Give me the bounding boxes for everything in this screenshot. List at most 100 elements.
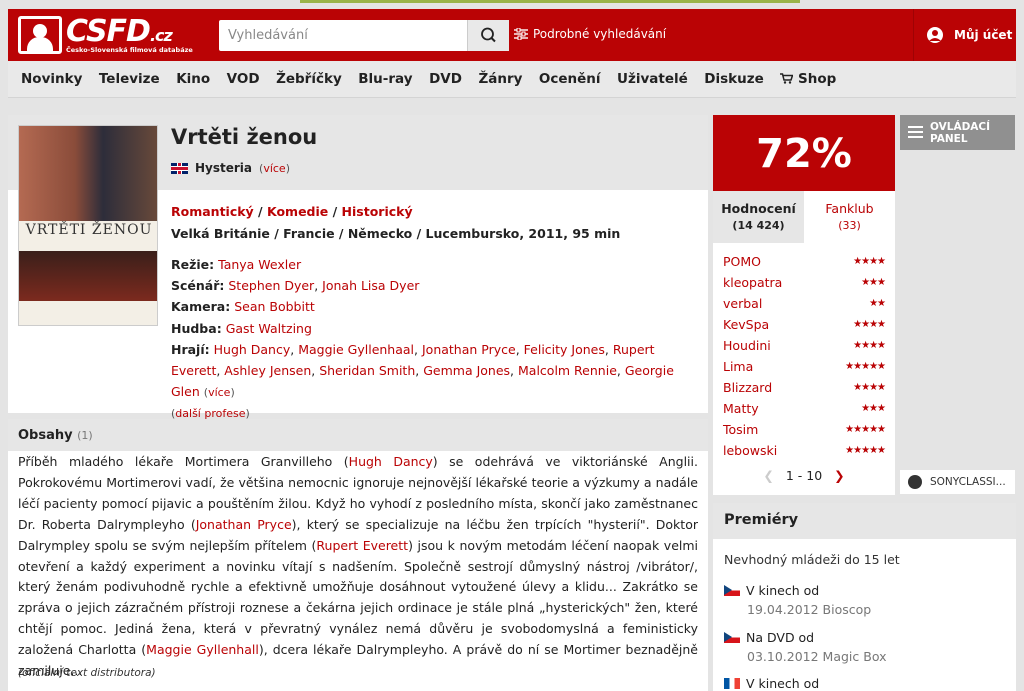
- actor-link[interactable]: Hugh Dancy: [349, 454, 433, 469]
- plot-source: (oficiální text distributora): [18, 667, 156, 679]
- next-page-icon[interactable]: ❯: [834, 468, 844, 483]
- advanced-search-link[interactable]: Podrobné vyhledávání: [514, 27, 666, 41]
- nav-item-zebricky[interactable]: Žebříčky: [276, 71, 342, 87]
- actor-link[interactable]: Maggie Gyllenhaal: [298, 342, 414, 357]
- logo-text: CSFD: [66, 14, 151, 49]
- premiere-detail: 03.10.2012 Magic Box: [747, 649, 887, 664]
- creator-link[interactable]: Tanya Wexler: [218, 257, 301, 272]
- sony-classic-link[interactable]: SONYCLASSI...: [900, 470, 1015, 494]
- actor-link[interactable]: Ashley Jensen: [224, 363, 311, 378]
- genre-link[interactable]: Komedie: [267, 204, 328, 219]
- plot-text: Příběh mladého lékaře Mortimera Granvill…: [18, 452, 698, 682]
- tab-ratings-label: Hodnocení: [721, 201, 796, 216]
- actor-link[interactable]: Maggie Gyllenhall: [146, 642, 259, 657]
- user-rating-row: Houdini ★★★★: [723, 335, 886, 356]
- user-rating-row: verbal ★★: [723, 293, 886, 314]
- creator-link[interactable]: Gast Waltzing: [226, 321, 312, 336]
- menu-icon: [908, 126, 923, 138]
- nav-item-novinky[interactable]: Novinky: [21, 71, 82, 87]
- actor-link[interactable]: Hugh Dancy: [214, 342, 291, 357]
- plot-heading: Obsahy (1): [8, 419, 708, 451]
- original-title-more-link[interactable]: více: [263, 162, 285, 175]
- star-rating-icon: ★★: [869, 298, 886, 309]
- search-button[interactable]: [467, 20, 509, 51]
- camera-label: Kamera:: [171, 299, 231, 315]
- film-title: Vrtěti ženou: [171, 125, 318, 149]
- actor-link[interactable]: Jonathan Pryce: [196, 517, 292, 532]
- user-link[interactable]: POMO: [723, 254, 761, 269]
- nav-item-televize[interactable]: Televize: [99, 71, 160, 87]
- nav-item-zanry[interactable]: Žánry: [478, 71, 522, 87]
- user-link[interactable]: Lima: [723, 359, 753, 374]
- user-link[interactable]: Matty: [723, 401, 759, 416]
- prev-page-icon[interactable]: ❮: [763, 468, 773, 483]
- premiere-label: V kinech od: [746, 676, 820, 691]
- original-title-text: Hysteria: [195, 161, 253, 175]
- user-link[interactable]: Tosim: [723, 422, 758, 437]
- actor-link[interactable]: Gemma Jones: [423, 363, 510, 378]
- actor-link[interactable]: Felicity Jones: [524, 342, 605, 357]
- user-rating-row: Blizzard ★★★★: [723, 377, 886, 398]
- star-rating-icon: ★★★★: [853, 382, 886, 393]
- fr-flag-icon: [724, 678, 740, 689]
- plot-heading-text: Obsahy: [18, 428, 73, 443]
- premiere-label: V kinech od: [746, 583, 820, 598]
- film-creators: Režie: Tanya Wexler Scénář: Stephen Dyer…: [171, 254, 701, 425]
- actor-link[interactable]: Sheridan Smith: [319, 363, 415, 378]
- rating-score: 72%: [713, 115, 895, 191]
- creator-link[interactable]: Sean Bobbitt: [234, 299, 315, 314]
- nav-item-oceneni[interactable]: Ocenění: [539, 71, 601, 87]
- star-rating-icon: ★★★★★: [845, 445, 886, 456]
- poster-image-bottom: [19, 251, 157, 301]
- cast-more-link[interactable]: více: [208, 386, 230, 399]
- nav-item-vod[interactable]: VOD: [227, 71, 260, 87]
- plot-text-part: ) jsou k novým metodám léčení naopak vel…: [18, 537, 699, 658]
- cz-flag-icon: [724, 632, 740, 643]
- search-input[interactable]: [219, 20, 467, 51]
- user-link[interactable]: kleopatra: [723, 275, 782, 290]
- genre-link[interactable]: Romantický: [171, 204, 254, 219]
- star-rating-icon: ★★★★★: [845, 424, 886, 435]
- site-header: CSFD.cz Česko-Slovenská filmová databáze…: [8, 9, 1016, 61]
- user-rating-row: lebowski ★★★★★: [723, 440, 886, 461]
- film-header: VRTĚTI ŽENOU Vrtěti ženou Hysteria (více…: [8, 115, 708, 420]
- account-button[interactable]: Můj účet: [926, 27, 1012, 43]
- cz-flag-icon: [724, 585, 740, 596]
- tab-fanclub[interactable]: Fanklub (33): [804, 191, 895, 243]
- user-link[interactable]: KevSpa: [723, 317, 769, 332]
- film-poster[interactable]: VRTĚTI ŽENOU: [18, 125, 158, 326]
- control-panel-button[interactable]: OVLÁDACÍ PANEL: [900, 115, 1015, 150]
- user-link[interactable]: Houdini: [723, 338, 771, 353]
- tab-ratings-count: (14 424): [732, 219, 785, 232]
- creator-link[interactable]: Jonah Lisa Dyer: [322, 278, 419, 293]
- genre-link[interactable]: Historický: [342, 204, 413, 219]
- uk-flag-icon: [171, 162, 188, 174]
- creator-link[interactable]: Stephen Dyer: [228, 278, 314, 293]
- tab-ratings[interactable]: Hodnocení (14 424): [713, 191, 804, 243]
- site-logo[interactable]: CSFD.cz Česko-Slovenská filmová databáze: [18, 14, 193, 56]
- cart-icon: [780, 73, 794, 84]
- star-rating-icon: ★★★★: [853, 319, 886, 330]
- user-link[interactable]: Blizzard: [723, 380, 772, 395]
- loading-line: [300, 0, 800, 3]
- user-ratings-list: POMO ★★★★ kleopatra ★★★ verbal ★★ KevSpa ★★★…: [723, 251, 886, 461]
- user-link[interactable]: verbal: [723, 296, 762, 311]
- actor-link[interactable]: Jonathan Pryce: [422, 342, 516, 357]
- nav-item-diskuze[interactable]: Diskuze: [704, 71, 763, 87]
- search-icon: [481, 27, 496, 43]
- nav-item-kino[interactable]: Kino: [176, 71, 210, 87]
- user-link[interactable]: lebowski: [723, 443, 777, 458]
- globe-icon: [908, 475, 922, 489]
- director-row: Režie: Tanya Wexler: [171, 254, 701, 275]
- nav-item-shop[interactable]: Shop: [780, 71, 836, 87]
- actor-link[interactable]: Rupert Everett: [316, 538, 408, 553]
- star-rating-icon: ★★★★: [853, 340, 886, 351]
- nav-item-dvd[interactable]: DVD: [429, 71, 462, 87]
- nav-item-uzivatele[interactable]: Uživatelé: [617, 71, 688, 87]
- writers-row: Scénář: Stephen Dyer, Jonah Lisa Dyer: [171, 278, 420, 294]
- logo-icon: [18, 16, 62, 54]
- premiere-item: V kinech od: [724, 676, 819, 691]
- actor-link[interactable]: Malcolm Rennie: [518, 363, 617, 378]
- nav-item-bluray[interactable]: Blu-ray: [358, 71, 412, 87]
- star-rating-icon: ★★★★★: [845, 361, 886, 372]
